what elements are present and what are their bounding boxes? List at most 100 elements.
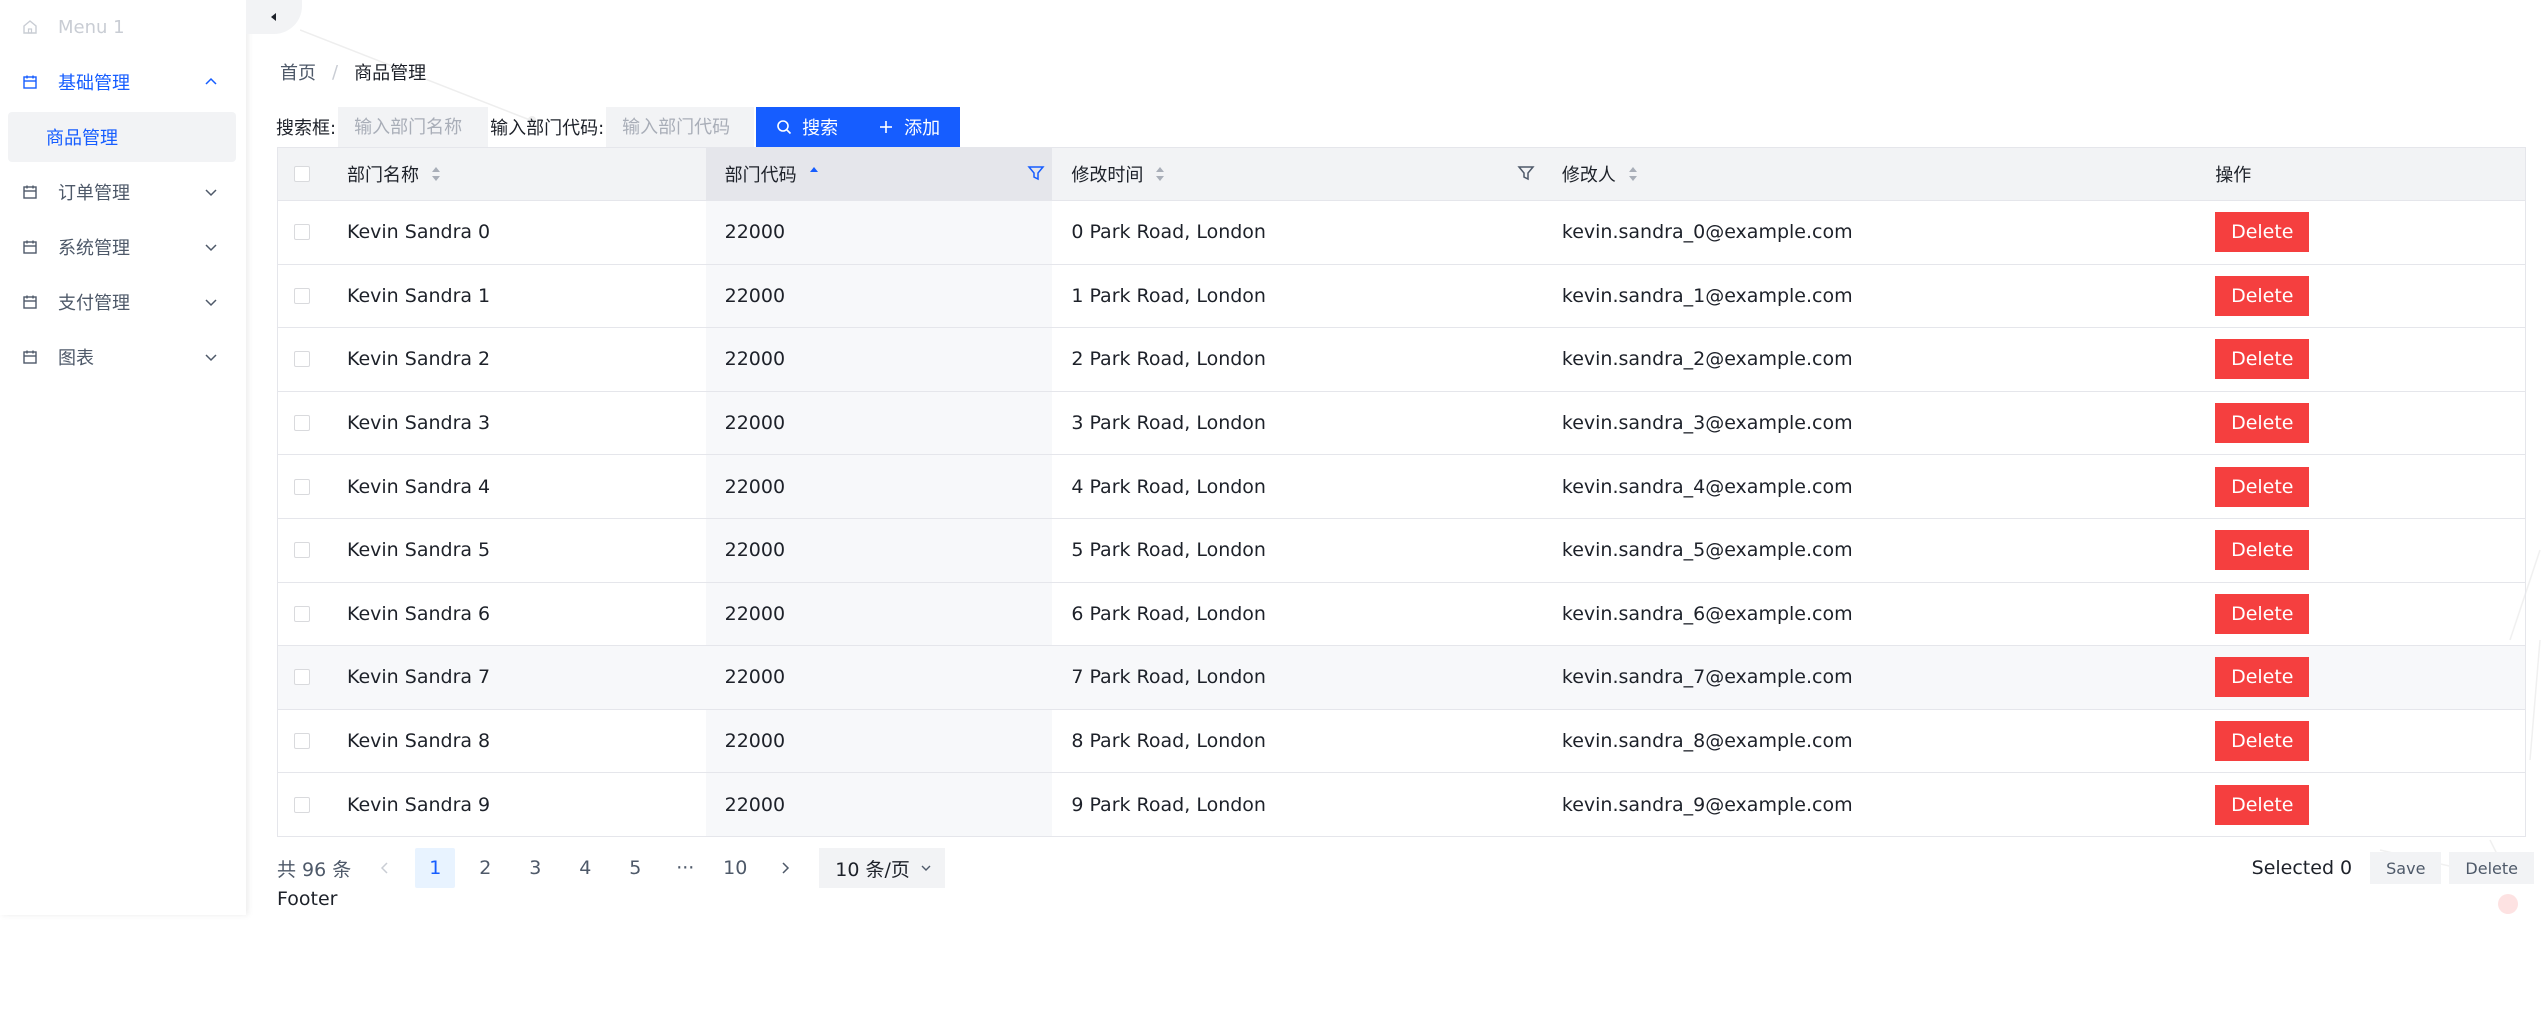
row-checkbox[interactable] bbox=[293, 733, 310, 750]
calendar-icon bbox=[23, 75, 37, 89]
row-select[interactable] bbox=[278, 392, 326, 455]
select-all-checkbox[interactable] bbox=[293, 166, 310, 182]
row-checkbox[interactable] bbox=[293, 351, 310, 368]
sidebar-collapse-button[interactable] bbox=[246, 0, 302, 34]
table-row[interactable]: Kevin Sandra 4 22000 4 Park Road, London… bbox=[278, 454, 2525, 518]
sidebar-item-basic-management[interactable]: 基础管理 bbox=[0, 58, 246, 106]
sidebar-item-charts[interactable]: 图表 bbox=[0, 333, 246, 381]
breadcrumb-home[interactable]: 首页 bbox=[280, 59, 316, 85]
batch-delete-button[interactable]: Delete bbox=[2449, 852, 2534, 884]
delete-button[interactable]: Delete bbox=[2215, 657, 2310, 698]
sort-ascending-icon[interactable] bbox=[809, 166, 819, 182]
row-select[interactable] bbox=[278, 265, 326, 328]
table-row[interactable]: Kevin Sandra 0 22000 0 Park Road, London… bbox=[278, 200, 2525, 264]
sidebar-item-system-management[interactable]: 系统管理 bbox=[0, 223, 246, 271]
row-select[interactable] bbox=[278, 773, 326, 836]
header-department-code[interactable]: 部门代码 bbox=[705, 148, 1053, 200]
delete-button[interactable]: Delete bbox=[2215, 275, 2310, 316]
header-label: 操作 bbox=[2215, 165, 2252, 186]
cell-person: kevin.sandra_8@example.com bbox=[1561, 730, 1853, 753]
table-row[interactable]: Kevin Sandra 6 22000 6 Park Road, London… bbox=[278, 581, 2525, 646]
cell-op: Delete bbox=[2215, 265, 2525, 328]
table-row[interactable]: Kevin Sandra 2 22000 2 Park Road, London… bbox=[278, 327, 2525, 391]
breadcrumb-separator: / bbox=[332, 61, 339, 83]
page-size-select[interactable]: 10 条/页 bbox=[819, 848, 946, 888]
department-code-label: 输入部门代码: bbox=[490, 118, 605, 139]
row-select[interactable] bbox=[278, 646, 326, 709]
delete-button[interactable]: Delete bbox=[2215, 784, 2310, 825]
cell-name: Kevin Sandra 1 bbox=[346, 284, 491, 307]
chevron-down-icon bbox=[205, 244, 217, 252]
header-modifier[interactable]: 修改人 bbox=[1543, 148, 2215, 200]
header-label: 修改时间 bbox=[1071, 165, 1144, 186]
cell-person: kevin.sandra_4@example.com bbox=[1561, 475, 1853, 498]
row-select[interactable] bbox=[278, 328, 326, 391]
page-5[interactable]: 5 bbox=[615, 848, 655, 888]
sidebar-item-menu-1[interactable]: Menu 1 bbox=[0, 3, 246, 51]
delete-button[interactable]: Delete bbox=[2215, 403, 2310, 444]
table-row[interactable]: Kevin Sandra 8 22000 8 Park Road, London… bbox=[278, 708, 2525, 773]
table-row[interactable]: Kevin Sandra 9 22000 9 Park Road, London… bbox=[278, 772, 2525, 836]
prev-page-button[interactable] bbox=[365, 848, 405, 888]
row-checkbox[interactable] bbox=[293, 796, 310, 813]
sidebar-item-payment-management[interactable]: 支付管理 bbox=[0, 278, 246, 326]
header-label: 部门代码 bbox=[724, 165, 797, 186]
delete-button[interactable]: Delete bbox=[2215, 466, 2310, 507]
row-checkbox[interactable] bbox=[293, 287, 310, 304]
row-select[interactable] bbox=[278, 583, 326, 646]
search-button[interactable]: 搜索 bbox=[756, 107, 859, 147]
delete-button[interactable]: Delete bbox=[2215, 339, 2310, 380]
row-select[interactable] bbox=[278, 519, 326, 582]
save-button[interactable]: Save bbox=[2370, 852, 2442, 884]
row-select[interactable] bbox=[278, 710, 326, 773]
department-code-input[interactable] bbox=[606, 107, 755, 147]
sidebar-item-order-management[interactable]: 订单管理 bbox=[0, 168, 246, 216]
table-row[interactable]: Kevin Sandra 3 22000 3 Park Road, London… bbox=[278, 390, 2525, 455]
page-2[interactable]: 2 bbox=[465, 848, 505, 888]
sort-icon[interactable] bbox=[1628, 166, 1638, 182]
row-select[interactable] bbox=[278, 201, 326, 264]
pagination-total: 共 96 条 bbox=[277, 858, 352, 881]
page-3[interactable]: 3 bbox=[515, 848, 555, 888]
sidebar-item-label: 系统管理 bbox=[58, 238, 130, 259]
table-row[interactable]: Kevin Sandra 1 22000 1 Park Road, London… bbox=[278, 263, 2525, 328]
chevron-down-icon bbox=[921, 865, 931, 871]
sort-icon[interactable] bbox=[1155, 166, 1165, 182]
header-modified-time[interactable]: 修改时间 bbox=[1052, 148, 1543, 200]
filter-icon[interactable] bbox=[1517, 164, 1535, 182]
page-1[interactable]: 1 bbox=[415, 848, 456, 888]
row-checkbox[interactable] bbox=[293, 542, 310, 559]
cell-op: Delete bbox=[2215, 201, 2525, 264]
pagination: 共 96 条 1 2 3 4 5 ··· 10 10 条/页 bbox=[277, 848, 946, 888]
header-department-name[interactable]: 部门名称 bbox=[326, 148, 706, 200]
cell-code: 22000 bbox=[705, 773, 1053, 836]
row-select[interactable] bbox=[278, 455, 326, 518]
header-operation: 操作 bbox=[2215, 148, 2525, 200]
page-ellipsis[interactable]: ··· bbox=[665, 848, 705, 888]
row-checkbox[interactable] bbox=[293, 415, 310, 432]
page-10[interactable]: 10 bbox=[715, 848, 755, 888]
row-checkbox[interactable] bbox=[293, 605, 310, 622]
cell-code: 22000 bbox=[705, 646, 1053, 709]
cell-op: Delete bbox=[2215, 519, 2525, 582]
filter-icon[interactable] bbox=[1027, 164, 1045, 182]
delete-button[interactable]: Delete bbox=[2215, 721, 2310, 762]
add-button[interactable]: 添加 bbox=[858, 107, 961, 147]
calendar-icon bbox=[23, 350, 37, 364]
table-row[interactable]: Kevin Sandra 5 22000 5 Park Road, London… bbox=[278, 517, 2525, 582]
cell-code: 22000 bbox=[705, 582, 1053, 646]
cell-time: 3 Park Road, London bbox=[1071, 412, 1266, 435]
sort-icon[interactable] bbox=[431, 166, 441, 182]
row-checkbox[interactable] bbox=[293, 669, 310, 686]
delete-button[interactable]: Delete bbox=[2215, 593, 2310, 634]
delete-button[interactable]: Delete bbox=[2215, 530, 2310, 571]
page-4[interactable]: 4 bbox=[565, 848, 605, 888]
sidebar-subitem-product-management[interactable]: 商品管理 bbox=[8, 112, 236, 162]
row-checkbox[interactable] bbox=[293, 478, 310, 495]
header-select-all[interactable] bbox=[278, 148, 326, 200]
delete-button[interactable]: Delete bbox=[2215, 212, 2310, 253]
next-page-button[interactable] bbox=[765, 848, 805, 888]
table-row[interactable]: Kevin Sandra 7 22000 7 Park Road, London… bbox=[278, 645, 2525, 709]
department-name-input[interactable] bbox=[338, 107, 489, 147]
row-checkbox[interactable] bbox=[293, 224, 310, 241]
